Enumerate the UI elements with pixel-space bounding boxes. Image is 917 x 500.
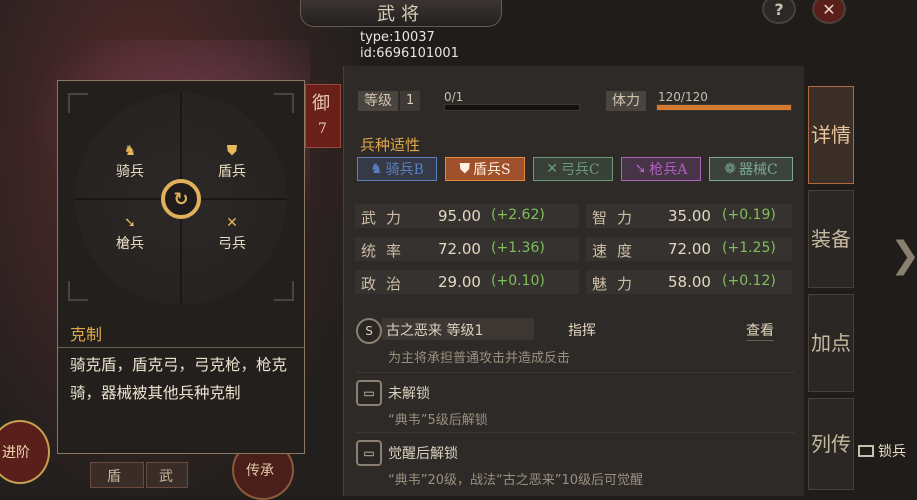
awaken-skill-title: 觉醒后解锁	[388, 446, 458, 462]
corner-ornament	[68, 93, 88, 113]
bow-icon: ✕	[226, 215, 238, 231]
lock-troops-label: 锁兵	[878, 444, 906, 460]
tab-biography[interactable]: 列传	[808, 398, 854, 490]
bottom-tag-shield-label: 盾	[107, 469, 121, 485]
unit-affinity-title: 兵种适性	[360, 136, 421, 154]
level-value: 1	[400, 91, 421, 111]
stat-value-speed: 72.00	[668, 240, 711, 258]
shield-icon: ⛊	[459, 161, 470, 177]
level-progress-bar	[444, 104, 580, 111]
corner-ornament	[274, 281, 294, 301]
stamina-value: 120/120	[658, 90, 708, 104]
bow-icon: ✕	[546, 161, 558, 177]
stat-name-speed: 速度	[592, 242, 643, 260]
locked-skill-title: 未解锁	[388, 386, 430, 402]
page-title: 武将	[300, 0, 502, 27]
stat-value-intelligence: 35.00	[668, 207, 711, 225]
counter-relationship-popup: ♞ 骑兵 ⛊ 盾兵 ➘ 槍兵 ✕ 弓兵 ↻ 克制 骑克盾，盾克弓，弓克枪，枪克骑…	[57, 80, 305, 454]
affinity-machine[interactable]: ❁ 器械C	[709, 157, 793, 181]
skill-name: 古之恶来 等级1	[386, 323, 484, 339]
stat-value-force: 95.00	[438, 207, 481, 225]
wheel-spear: 槍兵	[116, 236, 144, 252]
advance-label: 进阶	[2, 445, 30, 461]
affinity-spear-label: 枪兵A	[649, 162, 688, 178]
corner-ornament	[68, 281, 88, 301]
wheel-archer: 弓兵	[218, 236, 246, 252]
locked-slot-icon: ▭	[356, 380, 382, 406]
tab-details[interactable]: 详情	[808, 86, 854, 184]
horse-icon: ♞	[123, 143, 137, 159]
stat-name-charm: 魅力	[592, 275, 643, 293]
affinity-archer[interactable]: ✕ 弓兵C	[533, 157, 613, 181]
bottom-tag-force-label: 武	[159, 469, 173, 485]
level-progress-text: 0/1	[444, 90, 464, 104]
stat-name-politics: 政治	[361, 275, 412, 293]
shield-icon: ⛊	[226, 143, 238, 159]
corner-ornament	[274, 93, 294, 113]
heritage-label: 传承	[246, 463, 274, 479]
stat-bonus-speed: (+1.25)	[722, 240, 776, 256]
stat-value-command: 72.00	[438, 240, 481, 258]
skill-s-icon: S	[356, 318, 382, 344]
id-debug-text: id:6696101001	[360, 46, 459, 61]
awaken-slot-icon: ▭	[356, 440, 382, 466]
counter-wheel: ♞ 骑兵 ⛊ 盾兵 ➘ 槍兵 ✕ 弓兵 ↻	[75, 93, 287, 305]
close-icon[interactable]: ✕	[812, 0, 846, 24]
affinity-cavalry-label: 骑兵B	[385, 162, 424, 178]
affinity-shield-label: 盾兵S	[472, 162, 511, 178]
affinity-shield[interactable]: ⛊ 盾兵S	[445, 157, 525, 181]
wheel-cavalry: 骑兵	[116, 164, 144, 180]
bottom-tag-shield: 盾	[90, 462, 144, 488]
affinity-archer-label: 弓兵C	[561, 162, 600, 178]
affinity-cavalry[interactable]: ♞ 骑兵B	[357, 157, 437, 181]
machine-icon: ❁	[724, 161, 736, 177]
stamina-row: 体力	[606, 90, 646, 112]
popup-description: 骑克盾，盾克弓，弓克枪，枪克骑，器械被其他兵种克制	[70, 356, 288, 402]
help-icon[interactable]: ?	[762, 0, 796, 24]
level-label: 等级	[358, 91, 398, 111]
stat-name-command: 统率	[361, 242, 412, 260]
spear-icon: ➘	[634, 161, 647, 177]
locked-skill-desc: “典韦”5级后解锁	[388, 413, 488, 428]
stat-bonus-force: (+2.62)	[491, 207, 545, 223]
lock-troops-toggle[interactable]: 锁兵	[858, 441, 906, 461]
stat-name-intelligence: 智力	[592, 209, 643, 227]
divider	[355, 372, 795, 373]
stat-value-politics: 29.00	[438, 273, 481, 291]
lock-icon	[858, 445, 874, 457]
divider	[355, 432, 795, 433]
stamina-bar-fill	[657, 105, 791, 110]
stat-bonus-command: (+1.36)	[491, 240, 545, 256]
defense-tag-label: 御	[312, 93, 330, 114]
skill-description: 为主将承担普通攻击并造成反击	[388, 351, 571, 366]
stat-bonus-charm: (+0.12)	[722, 273, 776, 289]
cycle-arrows-icon: ↻	[161, 179, 201, 219]
stat-bonus-politics: (+0.10)	[491, 273, 545, 289]
skill-type: 指挥	[568, 323, 596, 339]
level-row: 等级 1	[358, 90, 421, 112]
stamina-bar	[656, 104, 792, 111]
spear-icon: ➘	[124, 215, 136, 231]
view-skill-button[interactable]: 查看	[746, 320, 774, 341]
affinity-spear[interactable]: ➘ 枪兵A	[621, 157, 701, 181]
stat-bonus-intelligence: (+0.19)	[722, 207, 776, 223]
bottom-tag-force: 武	[146, 462, 188, 488]
tab-attribute-points[interactable]: 加点	[808, 294, 854, 392]
next-arrow-icon[interactable]: ❯	[890, 235, 917, 276]
stat-name-force: 武力	[361, 209, 412, 227]
defense-tag: 御 7	[305, 84, 341, 148]
horse-icon: ♞	[370, 161, 383, 177]
type-debug-text: type:10037	[360, 30, 435, 45]
tab-equipment[interactable]: 装备	[808, 190, 854, 288]
popup-divider	[58, 347, 304, 348]
wheel-shield: 盾兵	[218, 164, 246, 180]
affinity-machine-label: 器械C	[739, 162, 778, 178]
awaken-skill-desc: “典韦”20级，战法“古之恶来”10级后可觉醒	[388, 473, 644, 488]
popup-heading: 克制	[70, 325, 103, 344]
defense-tag-value: 7	[318, 121, 327, 137]
stamina-label: 体力	[606, 91, 646, 111]
stat-value-charm: 58.00	[668, 273, 711, 291]
